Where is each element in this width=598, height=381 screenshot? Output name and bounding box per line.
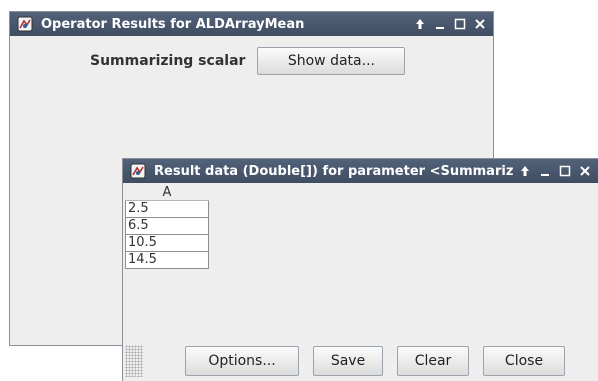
minimize-icon[interactable] [536,162,554,180]
window-title: Result data (Double[]) for parameter <Su… [154,163,514,179]
clear-button[interactable]: Clear [397,346,469,376]
pin-icon[interactable] [411,15,429,33]
window-title: Operator Results for ALDArrayMean [41,16,305,32]
result-data-window: Result data (Double[]) for parameter <Su… [123,159,598,381]
maximize-icon[interactable] [451,15,469,33]
close-icon[interactable] [471,15,489,33]
table-row[interactable]: 6.5 [125,218,209,235]
app-icon [17,16,33,32]
save-button[interactable]: Save [313,346,383,376]
close-button[interactable]: Close [483,346,565,376]
column-header-a[interactable]: A [125,185,209,201]
operator-results-titlebar[interactable]: Operator Results for ALDArrayMean [10,12,493,36]
pin-icon[interactable] [516,162,534,180]
app-icon [130,163,146,179]
minimize-icon[interactable] [431,15,449,33]
show-data-button[interactable]: Show data... [257,47,406,75]
table-row[interactable]: 10.5 [125,235,209,252]
summarizing-scalar-label: Summarizing scalar [90,53,246,69]
resize-grip-icon[interactable] [125,345,143,377]
button-bar: Options... Save Clear Close [123,341,598,381]
result-data-titlebar[interactable]: Result data (Double[]) for parameter <Su… [123,159,598,183]
table-row[interactable]: 14.5 [125,252,209,269]
table-row[interactable]: 2.5 [125,201,209,218]
close-icon[interactable] [576,162,594,180]
options-button[interactable]: Options... [185,346,299,376]
result-data-body: A 2.5 6.5 10.5 14.5 Options... Save Clea… [123,183,598,381]
maximize-icon[interactable] [556,162,574,180]
result-table[interactable]: A 2.5 6.5 10.5 14.5 [125,185,209,269]
